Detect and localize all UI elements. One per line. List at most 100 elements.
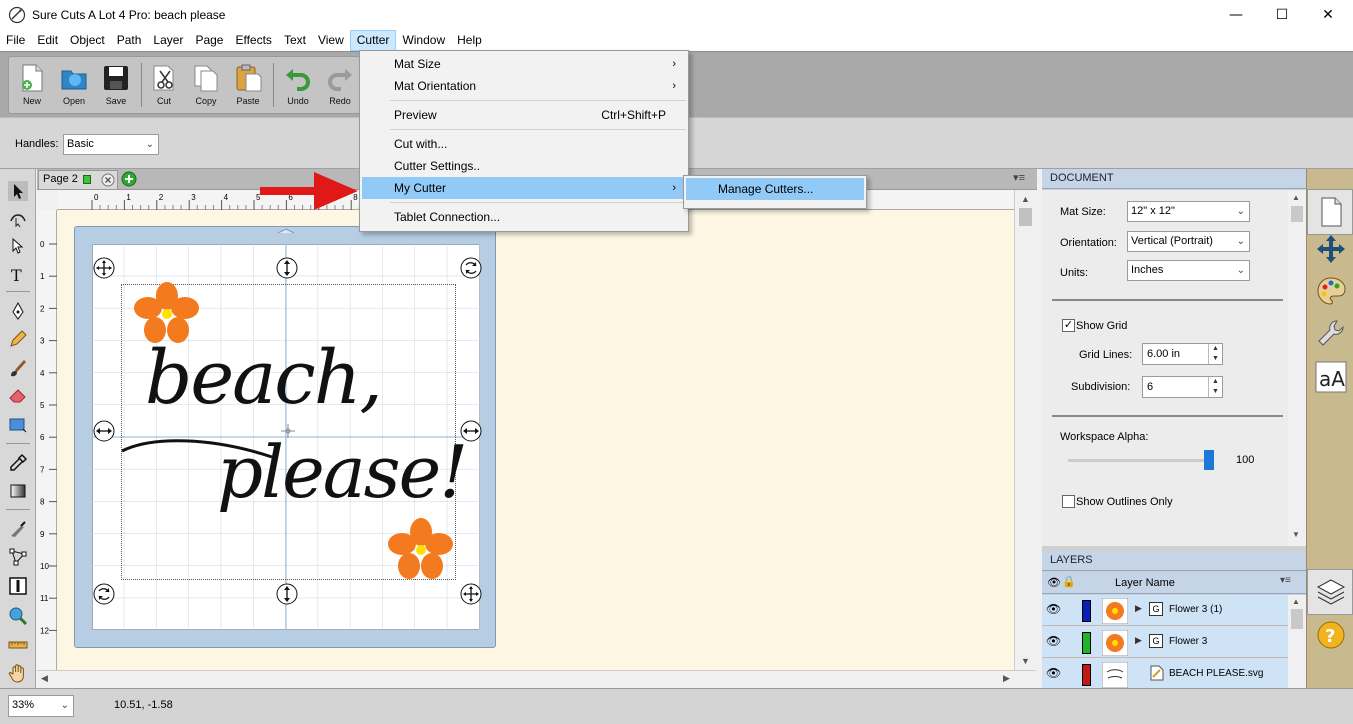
document-panel-scrollbar[interactable]: ▲ ▼ xyxy=(1288,190,1306,546)
scroll-thumb[interactable] xyxy=(1019,208,1032,226)
menu-page[interactable]: Page xyxy=(189,30,229,51)
mat-size-select[interactable]: 12" x 12" ⌄ xyxy=(1127,201,1250,222)
handles-select[interactable]: Basic ⌄ xyxy=(63,134,159,155)
gradient-tool-icon[interactable] xyxy=(8,481,28,501)
path-nodes-icon[interactable] xyxy=(8,547,28,567)
wrench-settings-icon[interactable] xyxy=(1315,317,1347,349)
tab-menu-icon[interactable]: ▾≡ xyxy=(1013,171,1025,184)
move-handle-icon[interactable] xyxy=(93,257,115,279)
scroll-up-icon[interactable]: ▲ xyxy=(1292,597,1300,606)
tab-page-2[interactable]: Page 2 xyxy=(38,170,118,189)
scroll-up-icon[interactable]: ▲ xyxy=(1021,194,1030,204)
pen-tool-icon[interactable] xyxy=(8,301,28,321)
shape-tool-icon[interactable] xyxy=(8,415,28,435)
layer-row[interactable]: 👁 BEACH PLEASE.svg xyxy=(1042,659,1288,688)
menu-item-manage-cutters[interactable]: Manage Cutters... xyxy=(686,178,864,200)
save-button[interactable]: Save xyxy=(95,61,137,111)
menu-help[interactable]: Help xyxy=(451,30,488,51)
flower-bottom-right[interactable] xyxy=(383,518,459,580)
add-page-icon[interactable] xyxy=(121,171,137,187)
transform-move-icon[interactable] xyxy=(1315,233,1347,265)
menu-text[interactable]: Text xyxy=(278,30,312,51)
orientation-select[interactable]: Vertical (Portrait) ⌄ xyxy=(1127,231,1250,252)
rotate-handle-icon[interactable] xyxy=(93,583,115,605)
menu-path[interactable]: Path xyxy=(111,30,148,51)
node-edit-icon[interactable] xyxy=(8,209,28,229)
select-arrow-icon[interactable] xyxy=(8,181,28,201)
menu-window[interactable]: Window xyxy=(396,30,451,51)
design-text-beach[interactable]: beach, xyxy=(145,338,383,418)
menu-item-mat-size[interactable]: Mat Size › xyxy=(362,53,686,75)
color-palette-icon[interactable] xyxy=(1315,275,1347,307)
canvas-vertical-scrollbar[interactable]: ▲ ▼ xyxy=(1014,190,1036,670)
menu-edit[interactable]: Edit xyxy=(31,30,64,51)
canvas-horizontal-scrollbar[interactable]: ◀ ▶ xyxy=(37,670,1036,688)
alpha-slider-thumb[interactable] xyxy=(1204,450,1214,470)
scroll-up-icon[interactable]: ▲ xyxy=(1292,193,1300,202)
minimize-button[interactable]: — xyxy=(1213,0,1259,30)
eyedropper-icon[interactable] xyxy=(8,453,28,473)
paste-button[interactable]: Paste xyxy=(227,61,269,111)
visibility-eye-icon[interactable]: 👁 xyxy=(1046,634,1061,648)
close-button[interactable]: ✕ xyxy=(1305,0,1351,30)
scroll-down-icon[interactable]: ▼ xyxy=(1292,530,1300,539)
text-tool-icon[interactable]: T xyxy=(8,265,28,285)
layers-scrollbar[interactable]: ▲ xyxy=(1288,595,1306,688)
alpha-slider-track[interactable] xyxy=(1068,459,1212,462)
show-grid-checkbox[interactable]: ✓ xyxy=(1062,319,1075,332)
expand-arrow-icon[interactable]: ▶ xyxy=(1135,603,1142,614)
zoom-tool-icon[interactable] xyxy=(8,606,28,626)
rotate-handle-icon[interactable] xyxy=(460,257,482,279)
units-select[interactable]: Inches ⌄ xyxy=(1127,260,1250,281)
scroll-right-icon[interactable]: ▶ xyxy=(1003,673,1010,684)
vertical-scale-handle-icon[interactable] xyxy=(276,257,298,279)
menu-item-mat-orientation[interactable]: Mat Orientation › xyxy=(362,75,686,97)
menu-item-preview[interactable]: Preview Ctrl+Shift+P xyxy=(362,104,686,126)
visibility-eye-icon[interactable]: 👁 xyxy=(1046,602,1061,616)
menu-item-my-cutter[interactable]: My Cutter › xyxy=(362,177,686,199)
scroll-thumb[interactable] xyxy=(1291,206,1303,222)
menu-object[interactable]: Object xyxy=(64,30,111,51)
menu-file[interactable]: File xyxy=(0,30,31,51)
pencil-tool-icon[interactable] xyxy=(8,329,28,349)
close-tab-icon[interactable] xyxy=(101,173,115,187)
layers-stack-icon[interactable] xyxy=(1315,576,1347,608)
spin-buttons[interactable]: ▲ ▼ xyxy=(1208,377,1222,397)
vertical-scale-handle-icon[interactable] xyxy=(276,583,298,605)
menu-cutter[interactable]: Cutter xyxy=(349,30,397,51)
visibility-eye-icon[interactable]: 👁 xyxy=(1046,666,1061,680)
help-icon[interactable]: ? xyxy=(1315,619,1347,651)
scroll-left-icon[interactable]: ◀ xyxy=(41,673,48,684)
knife-tool-icon[interactable] xyxy=(8,519,28,539)
cut-button[interactable]: Cut xyxy=(143,61,185,111)
menu-item-cutter-settings[interactable]: Cutter Settings.. xyxy=(362,155,686,177)
menu-layer[interactable]: Layer xyxy=(147,30,189,51)
expand-arrow-icon[interactable]: ▶ xyxy=(1135,635,1142,646)
layer-row[interactable]: 👁 ▶ G Flower 3 (1) xyxy=(1042,595,1288,626)
design-canvas[interactable]: beach, please! xyxy=(57,210,1014,670)
menu-item-cut-with[interactable]: Cut with... xyxy=(362,133,686,155)
scroll-thumb[interactable] xyxy=(1291,609,1303,629)
redo-button[interactable]: Redo xyxy=(319,61,361,111)
layer-row[interactable]: 👁 ▶ G Flower 3 xyxy=(1042,627,1288,658)
subselect-icon[interactable] xyxy=(8,236,28,256)
show-outlines-checkbox[interactable] xyxy=(1062,495,1075,508)
open-button[interactable]: Open xyxy=(53,61,95,111)
text-font-icon[interactable]: aA xyxy=(1315,361,1347,393)
hand-pan-icon[interactable] xyxy=(8,663,28,683)
move-handle-icon[interactable] xyxy=(460,583,482,605)
subdivision-input[interactable]: 6 ▲ ▼ xyxy=(1142,376,1223,398)
scroll-down-icon[interactable]: ▼ xyxy=(1021,656,1030,666)
horizontal-scale-handle-icon[interactable] xyxy=(93,420,115,442)
menu-view[interactable]: View xyxy=(312,30,350,51)
layers-menu-icon[interactable]: ▾≡ xyxy=(1280,575,1291,586)
menu-item-tablet-connection[interactable]: Tablet Connection... xyxy=(362,206,686,228)
spin-buttons[interactable]: ▲ ▼ xyxy=(1208,344,1222,364)
zoom-select[interactable]: 33% ⌄ xyxy=(8,695,74,717)
undo-button[interactable]: Undo xyxy=(277,61,319,111)
grid-lines-input[interactable]: 6.00 in ▲ ▼ xyxy=(1142,343,1223,365)
brush-tool-icon[interactable] xyxy=(8,358,28,378)
new-button[interactable]: New xyxy=(11,61,53,111)
menu-effects[interactable]: Effects xyxy=(229,30,277,51)
eraser-tool-icon[interactable] xyxy=(8,385,28,405)
